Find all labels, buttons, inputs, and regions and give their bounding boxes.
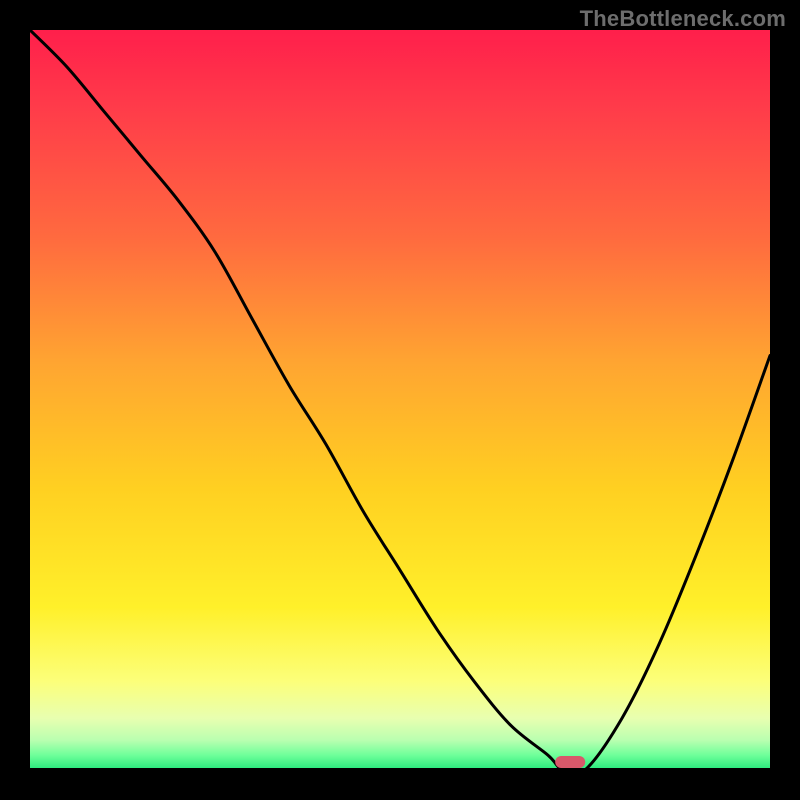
optimal-marker — [555, 756, 585, 768]
chart-plot — [30, 30, 770, 770]
watermark: TheBottleneck.com — [580, 6, 786, 32]
chart-frame: TheBottleneck.com — [0, 0, 800, 800]
gradient-background — [30, 30, 770, 770]
